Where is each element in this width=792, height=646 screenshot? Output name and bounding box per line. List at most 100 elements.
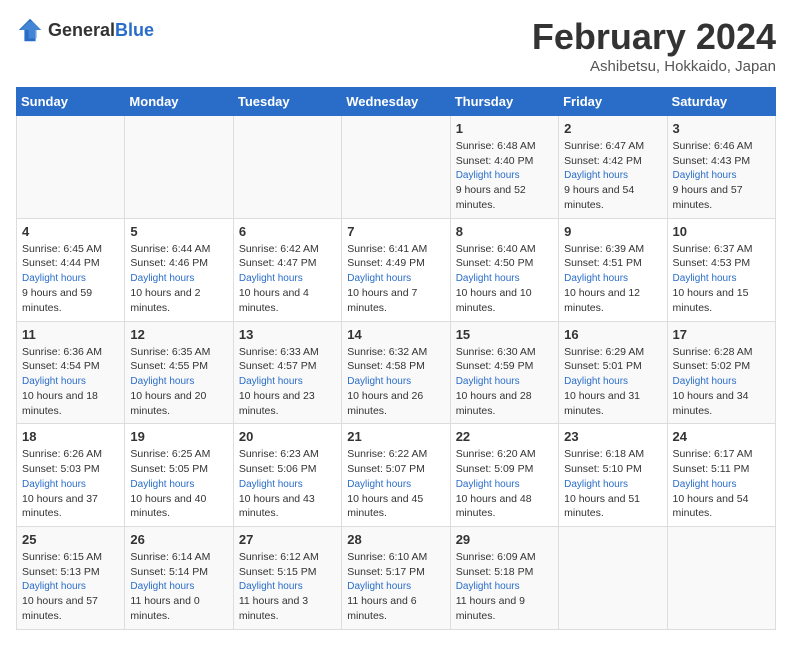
day-number: 6 [239, 224, 336, 239]
day-info: Sunrise: 6:09 AMSunset: 5:18 PMDaylight … [456, 550, 553, 624]
day-number: 2 [564, 121, 661, 136]
day-number: 29 [456, 532, 553, 547]
day-info: Sunrise: 6:33 AMSunset: 4:57 PMDaylight … [239, 345, 336, 419]
calendar-cell-w5-d1: 25Sunrise: 6:15 AMSunset: 5:13 PMDayligh… [17, 527, 125, 630]
calendar-cell-w4-d7: 24 Sunrise: 6:17 AMSunset: 5:11 PMDayligh… [667, 424, 775, 527]
header-friday: Friday [559, 88, 667, 116]
day-number: 24 [673, 429, 770, 444]
day-info: Sunrise: 6:48 AMSunset: 4:40 PMDaylight … [456, 139, 553, 213]
calendar-cell-w5-d6 [559, 527, 667, 630]
logo-wordmark: GeneralBlue [48, 20, 154, 41]
calendar-cell-w4-d4: 21 Sunrise: 6:22 AMSunset: 5:07 PMDayligh… [342, 424, 450, 527]
day-number: 11 [22, 327, 119, 342]
day-number: 3 [673, 121, 770, 136]
day-number: 7 [347, 224, 444, 239]
calendar-cell-w4-d3: 20 Sunrise: 6:23 AMSunset: 5:06 PMDayligh… [233, 424, 341, 527]
day-info: Sunrise: 6:14 AMSunset: 5:14 PMDaylight … [130, 550, 227, 624]
day-info: Sunrise: 6:35 AMSunset: 4:55 PMDaylight … [130, 345, 227, 419]
day-number: 9 [564, 224, 661, 239]
day-number: 8 [456, 224, 553, 239]
day-info: Sunrise: 6:28 AMSunset: 5:02 PMDaylight … [673, 345, 770, 419]
header-tuesday: Tuesday [233, 88, 341, 116]
calendar-cell-w3-d5: 15 Sunrise: 6:30 AMSunset: 4:59 PMDayligh… [450, 321, 558, 424]
day-info: Sunrise: 6:22 AMSunset: 5:07 PMDaylight … [347, 447, 444, 521]
day-info: Sunrise: 6:25 AMSunset: 5:05 PMDaylight … [130, 447, 227, 521]
week-row-1: 1 Sunrise: 6:48 AMSunset: 4:40 PMDaylight… [17, 116, 776, 219]
day-number: 28 [347, 532, 444, 547]
week-row-2: 4 Sunrise: 6:45 AMSunset: 4:44 PMDaylight… [17, 218, 776, 321]
day-number: 21 [347, 429, 444, 444]
day-number: 20 [239, 429, 336, 444]
day-info: Sunrise: 6:32 AMSunset: 4:58 PMDaylight … [347, 345, 444, 419]
calendar-cell-w3-d2: 12 Sunrise: 6:35 AMSunset: 4:55 PMDayligh… [125, 321, 233, 424]
header-wednesday: Wednesday [342, 88, 450, 116]
calendar-cell-w1-d5: 1 Sunrise: 6:48 AMSunset: 4:40 PMDaylight… [450, 116, 558, 219]
day-info: Sunrise: 6:29 AMSunset: 5:01 PMDaylight … [564, 345, 661, 419]
day-number: 19 [130, 429, 227, 444]
day-number: 13 [239, 327, 336, 342]
day-number: 15 [456, 327, 553, 342]
day-number: 5 [130, 224, 227, 239]
week-row-4: 18 Sunrise: 6:26 AMSunset: 5:03 PMDayligh… [17, 424, 776, 527]
day-info: Sunrise: 6:30 AMSunset: 4:59 PMDaylight … [456, 345, 553, 419]
logo-blue: Blue [115, 20, 154, 40]
calendar-cell-w5-d5: 29 Sunrise: 6:09 AMSunset: 5:18 PMDayligh… [450, 527, 558, 630]
day-number: 14 [347, 327, 444, 342]
day-info: Sunrise: 6:45 AMSunset: 4:44 PMDaylight … [22, 242, 119, 316]
month-title: February 2024 [532, 16, 776, 58]
day-info: Sunrise: 6:46 AMSunset: 4:43 PMDaylight … [673, 139, 770, 213]
week-row-3: 11 Sunrise: 6:36 AMSunset: 4:54 PMDayligh… [17, 321, 776, 424]
day-info: Sunrise: 6:12 AMSunset: 5:15 PMDaylight … [239, 550, 336, 624]
header-thursday: Thursday [450, 88, 558, 116]
calendar-cell-w1-d7: 3 Sunrise: 6:46 AMSunset: 4:43 PMDaylight… [667, 116, 775, 219]
day-info: Sunrise: 6:37 AMSunset: 4:53 PMDaylight … [673, 242, 770, 316]
header-monday: Monday [125, 88, 233, 116]
calendar-cell-w5-d4: 28 Sunrise: 6:10 AMSunset: 5:17 PMDayligh… [342, 527, 450, 630]
calendar-cell-w5-d3: 27 Sunrise: 6:12 AMSunset: 5:15 PMDayligh… [233, 527, 341, 630]
calendar-cell-w2-d1: 4 Sunrise: 6:45 AMSunset: 4:44 PMDaylight… [17, 218, 125, 321]
calendar-cell-w4-d1: 18 Sunrise: 6:26 AMSunset: 5:03 PMDayligh… [17, 424, 125, 527]
day-number: 17 [673, 327, 770, 342]
day-number: 27 [239, 532, 336, 547]
day-number: 1 [456, 121, 553, 136]
day-info: Sunrise: 6:42 AMSunset: 4:47 PMDaylight … [239, 242, 336, 316]
calendar-cell-w1-d3 [233, 116, 341, 219]
day-info: Sunrise: 6:36 AMSunset: 4:54 PMDaylight … [22, 345, 119, 419]
day-info: Sunrise: 6:44 AMSunset: 4:46 PMDaylight … [130, 242, 227, 316]
calendar-cell-w4-d2: 19 Sunrise: 6:25 AMSunset: 5:05 PMDayligh… [125, 424, 233, 527]
day-number: 18 [22, 429, 119, 444]
logo-general: General [48, 20, 115, 40]
logo: GeneralBlue [16, 16, 154, 44]
calendar-cell-w3-d3: 13 Sunrise: 6:33 AMSunset: 4:57 PMDayligh… [233, 321, 341, 424]
day-number: 10 [673, 224, 770, 239]
calendar-table: Sunday Monday Tuesday Wednesday Thursday… [16, 87, 776, 630]
day-info: Sunrise: 6:23 AMSunset: 5:06 PMDaylight … [239, 447, 336, 521]
page-header: GeneralBlue February 2024 Ashibetsu, Hok… [16, 16, 776, 75]
logo-icon [16, 16, 44, 44]
day-number: 4 [22, 224, 119, 239]
calendar-cell-w3-d4: 14 Sunrise: 6:32 AMSunset: 4:58 PMDayligh… [342, 321, 450, 424]
day-number: 23 [564, 429, 661, 444]
day-info: Sunrise: 6:17 AMSunset: 5:11 PMDaylight … [673, 447, 770, 521]
day-info: Sunrise: 6:26 AMSunset: 5:03 PMDaylight … [22, 447, 119, 521]
weekday-header-row: Sunday Monday Tuesday Wednesday Thursday… [17, 88, 776, 116]
header-saturday: Saturday [667, 88, 775, 116]
day-info: Sunrise: 6:18 AMSunset: 5:10 PMDaylight … [564, 447, 661, 521]
calendar-cell-w1-d1 [17, 116, 125, 219]
calendar-cell-w3-d7: 17 Sunrise: 6:28 AMSunset: 5:02 PMDayligh… [667, 321, 775, 424]
day-info: Sunrise: 6:41 AMSunset: 4:49 PMDaylight … [347, 242, 444, 316]
calendar-cell-w1-d4 [342, 116, 450, 219]
day-info: Sunrise: 6:10 AMSunset: 5:17 PMDaylight … [347, 550, 444, 624]
day-info: Sunrise: 6:47 AMSunset: 4:42 PMDaylight … [564, 139, 661, 213]
calendar-cell-w3-d1: 11 Sunrise: 6:36 AMSunset: 4:54 PMDayligh… [17, 321, 125, 424]
header-sunday: Sunday [17, 88, 125, 116]
calendar-cell-w2-d3: 6 Sunrise: 6:42 AMSunset: 4:47 PMDaylight… [233, 218, 341, 321]
week-row-5: 25Sunrise: 6:15 AMSunset: 5:13 PMDayligh… [17, 527, 776, 630]
day-number: 12 [130, 327, 227, 342]
day-number: 16 [564, 327, 661, 342]
calendar-cell-w2-d5: 8Sunrise: 6:40 AMSunset: 4:50 PMDaylight… [450, 218, 558, 321]
calendar-cell-w4-d5: 22Sunrise: 6:20 AMSunset: 5:09 PMDayligh… [450, 424, 558, 527]
day-info: Sunrise: 6:39 AMSunset: 4:51 PMDaylight … [564, 242, 661, 316]
calendar-cell-w5-d7 [667, 527, 775, 630]
day-number: 25 [22, 532, 119, 547]
